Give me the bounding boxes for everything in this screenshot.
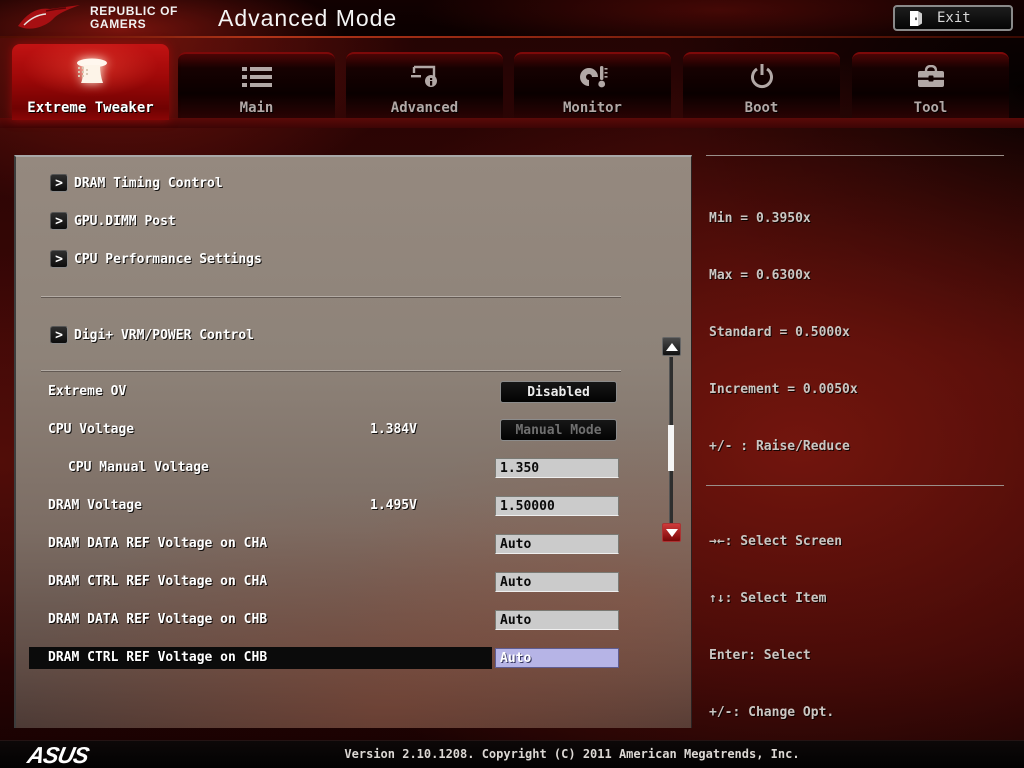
tab-label: Monitor	[562, 100, 622, 116]
tab-tool[interactable]: Tool	[852, 52, 1009, 118]
tab-extreme-tweaker[interactable]: Extreme Tweaker	[12, 44, 169, 120]
row-cpu-manual-voltage[interactable]: CPU Manual Voltage	[16, 457, 676, 479]
tab-label: Boot	[744, 100, 779, 116]
extreme-ov-dropdown[interactable]: Disabled	[500, 381, 617, 403]
info-line: +/- : Raise/Reduce	[709, 439, 850, 454]
cpu-voltage-mode-dropdown[interactable]: Manual Mode	[500, 419, 617, 441]
row-dram-voltage[interactable]: DRAM Voltage 1.495V	[16, 495, 676, 517]
dram-data-ref-cha-input[interactable]	[495, 534, 619, 554]
dram-data-ref-chb-input[interactable]	[495, 610, 619, 630]
tab-main[interactable]: Main	[178, 52, 335, 118]
scroll-thumb[interactable]	[668, 425, 674, 471]
exit-label: Exit	[937, 10, 971, 26]
scroll-down-icon	[665, 528, 678, 537]
tab-label: Tool	[913, 100, 948, 116]
dram-ctrl-ref-cha-input[interactable]	[495, 572, 619, 592]
row-cpu-voltage[interactable]: CPU Voltage 1.384V Manual Mode	[16, 419, 676, 441]
brand-text: REPUBLIC OF GAMERS	[90, 5, 178, 31]
tab-boot[interactable]: Boot	[683, 52, 840, 118]
brand-line2: GAMERS	[90, 17, 147, 31]
scroll-up-icon	[665, 342, 678, 351]
submenu-cpu-performance-settings[interactable]: > CPU Performance Settings	[50, 249, 262, 269]
submenu-label: GPU.DIMM Post	[74, 213, 176, 229]
tab-bar: Extreme Tweaker Main Advanced Monitor Bo…	[0, 38, 1024, 128]
help-line: Enter: Select	[709, 648, 811, 663]
tab-label: Main	[239, 100, 274, 116]
separator	[41, 296, 621, 298]
row-dram-data-ref-cha[interactable]: DRAM DATA REF Voltage on CHA	[16, 533, 676, 555]
submenu-arrow-icon: >	[50, 174, 68, 192]
tool-toolbox-icon	[852, 62, 1009, 92]
main-list-icon	[178, 62, 335, 92]
settings-panel: > DRAM Timing Control > GPU.DIMM Post > …	[14, 155, 692, 728]
setting-label: DRAM DATA REF Voltage on CHA	[48, 536, 268, 551]
monitor-gauge-icon	[514, 62, 671, 92]
setting-reading: 1.384V	[370, 422, 417, 437]
submenu-label: Digi+ VRM/POWER Control	[74, 327, 255, 343]
submenu-digi-vrm-power-control[interactable]: > Digi+ VRM/POWER Control	[50, 325, 254, 345]
submenu-gpu-dimm-post[interactable]: > GPU.DIMM Post	[50, 211, 176, 231]
boot-power-icon	[683, 62, 840, 92]
setting-reading: 1.495V	[370, 498, 417, 513]
exit-button[interactable]: Exit	[893, 5, 1013, 31]
setting-label: CPU Manual Voltage	[68, 460, 209, 475]
info-line: Max = 0.6300x	[709, 268, 811, 283]
help-line: →←: Select Screen	[709, 534, 843, 549]
scroll-up-button[interactable]	[662, 337, 681, 356]
info-line: Standard = 0.5000x	[709, 325, 850, 340]
extreme-tweaker-icon	[12, 54, 169, 90]
setting-label: DRAM CTRL REF Voltage on CHB	[48, 650, 268, 665]
row-dram-ctrl-ref-cha[interactable]: DRAM CTRL REF Voltage on CHA	[16, 571, 676, 593]
rog-logo	[18, 5, 80, 29]
submenu-arrow-icon: >	[50, 212, 68, 230]
tab-label: Extreme Tweaker	[27, 100, 154, 116]
info-panel: Min = 0.3950x Max = 0.6300x Standard = 0…	[709, 171, 1009, 494]
help-line: +/-: Change Opt.	[709, 705, 835, 720]
info-line: Increment = 0.0050x	[709, 382, 858, 397]
info-divider	[706, 155, 1004, 156]
setting-label: DRAM Voltage	[48, 498, 142, 513]
submenu-label: DRAM Timing Control	[74, 175, 223, 191]
help-line: ↑↓: Select Item	[709, 591, 827, 606]
key-help-panel: →←: Select Screen ↑↓: Select Item Enter:…	[709, 494, 1009, 768]
setting-label: DRAM DATA REF Voltage on CHB	[48, 612, 268, 627]
bios-screen: REPUBLIC OF GAMERS Advanced Mode Exit Ex…	[0, 0, 1024, 768]
exit-door-icon	[910, 10, 922, 26]
scroll-down-button[interactable]	[662, 523, 681, 542]
page-title: Advanced Mode	[218, 5, 398, 31]
submenu-arrow-icon: >	[50, 326, 68, 344]
separator	[41, 370, 621, 372]
help-divider	[706, 485, 1004, 486]
submenu-dram-timing-control[interactable]: > DRAM Timing Control	[50, 173, 223, 193]
submenu-arrow-icon: >	[50, 250, 68, 268]
advanced-info-icon	[346, 62, 503, 92]
version-text: Version 2.10.1208. Copyright (C) 2011 Am…	[344, 747, 800, 761]
setting-label: DRAM CTRL REF Voltage on CHA	[48, 574, 268, 589]
row-dram-data-ref-chb[interactable]: DRAM DATA REF Voltage on CHB	[16, 609, 676, 631]
setting-label: CPU Voltage	[48, 422, 135, 437]
row-extreme-ov[interactable]: Extreme OV Disabled	[16, 381, 676, 403]
tab-monitor[interactable]: Monitor	[514, 52, 671, 118]
scrollbar	[660, 337, 682, 547]
row-dram-ctrl-ref-chb[interactable]: DRAM CTRL REF Voltage on CHB	[16, 647, 676, 669]
dram-ctrl-ref-chb-input[interactable]	[495, 648, 619, 668]
dram-voltage-input[interactable]	[495, 496, 619, 516]
tab-label: Advanced	[390, 100, 459, 116]
top-bar: REPUBLIC OF GAMERS Advanced Mode Exit	[0, 0, 1024, 36]
info-line: Min = 0.3950x	[709, 211, 811, 226]
setting-label: Extreme OV	[48, 384, 127, 399]
cpu-manual-voltage-input[interactable]	[495, 458, 619, 478]
tab-advanced[interactable]: Advanced	[346, 52, 503, 118]
submenu-label: CPU Performance Settings	[74, 251, 262, 267]
